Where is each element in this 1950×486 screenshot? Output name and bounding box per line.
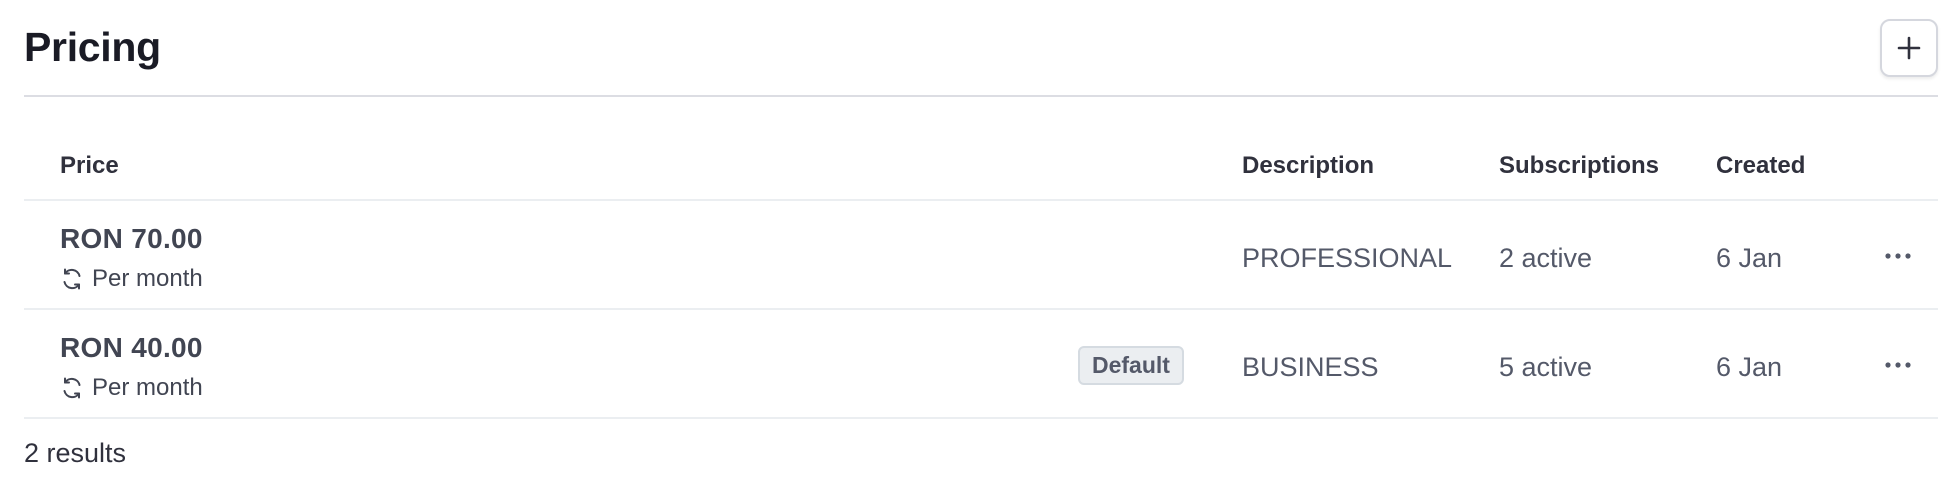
recurring-icon <box>60 267 84 291</box>
price-interval: Per month <box>60 374 203 402</box>
more-horizontal-icon <box>1884 356 1912 374</box>
row-actions-button[interactable] <box>1878 350 1918 380</box>
column-header-created[interactable]: Created <box>1716 152 1805 180</box>
subscriptions-cell: 5 active <box>1499 352 1593 382</box>
plus-icon <box>1897 36 1921 60</box>
description-cell: PROFESSIONAL <box>1242 243 1453 273</box>
price-amount[interactable]: RON 70.00 <box>60 223 203 255</box>
results-count: 2 results <box>24 438 127 468</box>
row-actions-button[interactable] <box>1878 241 1918 271</box>
column-header-description[interactable]: Description <box>1242 152 1374 180</box>
pricing-page: Pricing Price Description Subscriptions … <box>0 0 1950 486</box>
price-interval-label: Per month <box>92 374 203 401</box>
column-header-price[interactable]: Price <box>60 152 119 180</box>
pricing-header: Pricing <box>24 0 1938 97</box>
more-horizontal-icon <box>1884 247 1912 265</box>
description-cell: BUSINESS <box>1242 352 1379 382</box>
price-amount[interactable]: RON 40.00 <box>60 332 203 364</box>
created-cell: 6 Jan <box>1716 352 1783 382</box>
price-interval: Per month <box>60 265 203 293</box>
price-interval-label: Per month <box>92 265 203 292</box>
default-badge: Default <box>1078 346 1184 385</box>
page-title: Pricing <box>24 24 161 70</box>
table-header: Price Description Subscriptions Created <box>24 140 1938 201</box>
table-row[interactable]: RON 40.00 Per month Default BUSINESS 5 a… <box>24 310 1938 419</box>
subscriptions-cell: 2 active <box>1499 243 1593 273</box>
column-header-subscriptions[interactable]: Subscriptions <box>1499 152 1659 180</box>
add-price-button[interactable] <box>1880 19 1938 77</box>
table-row[interactable]: RON 70.00 Per month PROFESSIONAL 2 activ… <box>24 201 1938 310</box>
recurring-icon <box>60 376 84 400</box>
prices-table: Price Description Subscriptions Created … <box>24 140 1938 419</box>
created-cell: 6 Jan <box>1716 243 1783 273</box>
